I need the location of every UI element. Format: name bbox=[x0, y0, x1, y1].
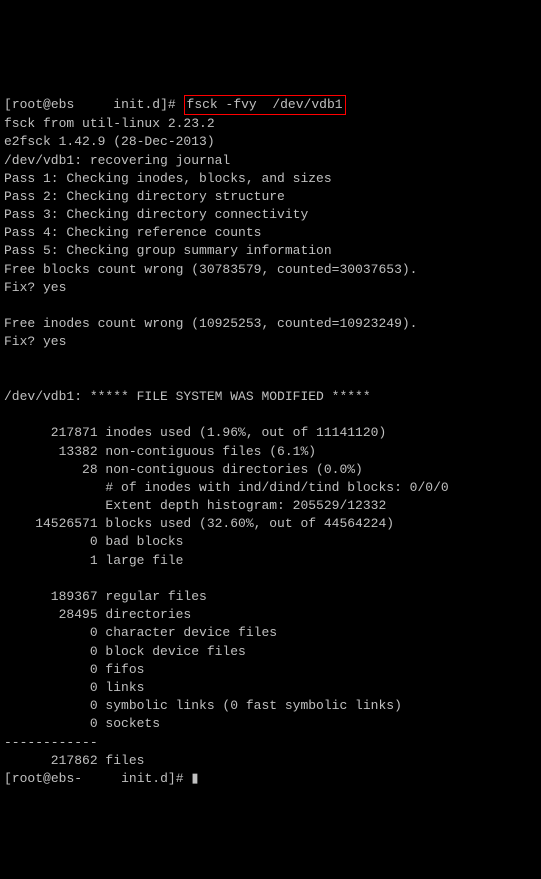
output-line: Extent depth histogram: 205529/12332 bbox=[4, 498, 386, 513]
terminal-output: [root@ebs init.d]# fsck -fvy /dev/vdb1 f… bbox=[4, 77, 537, 788]
output-line: Pass 1: Checking inodes, blocks, and siz… bbox=[4, 171, 332, 186]
output-line: 0 block device files bbox=[4, 644, 246, 659]
output-line: Pass 3: Checking directory connectivity bbox=[4, 207, 308, 222]
prompt-line-1: [root@ebs init.d]# fsck -fvy /dev/vdb1 bbox=[4, 97, 346, 112]
redacted-host bbox=[82, 770, 113, 788]
bracket-open: [ bbox=[4, 771, 12, 786]
output-line: Free blocks count wrong (30783579, count… bbox=[4, 262, 417, 277]
output-line: 0 character device files bbox=[4, 625, 277, 640]
output-line: fsck from util-linux 2.23.2 bbox=[4, 116, 215, 131]
prompt-line-2[interactable]: [root@ebs- init.d]# ▮ bbox=[4, 771, 198, 786]
command-text[interactable]: fsck -fvy /dev/vdb1 bbox=[187, 97, 343, 112]
output-line: Fix? yes bbox=[4, 280, 66, 295]
output-line: 0 sockets bbox=[4, 716, 160, 731]
output-line: 217862 files bbox=[4, 753, 144, 768]
output-line: Pass 2: Checking directory structure bbox=[4, 189, 285, 204]
prompt-user: root bbox=[12, 97, 43, 112]
prompt-sep: ]# bbox=[160, 97, 176, 112]
output-line: 217871 inodes used (1.96%, out of 111411… bbox=[4, 425, 386, 440]
prompt-host: ebs bbox=[51, 97, 74, 112]
redacted-host bbox=[74, 96, 105, 114]
output-line: 13382 non-contiguous files (6.1%) bbox=[4, 444, 316, 459]
output-line: 1 large file bbox=[4, 553, 183, 568]
output-line: /dev/vdb1: recovering journal bbox=[4, 153, 230, 168]
command-highlight: fsck -fvy /dev/vdb1 bbox=[184, 95, 346, 115]
output-line: 28 non-contiguous directories (0.0%) bbox=[4, 462, 363, 477]
output-line: 0 symbolic links (0 fast symbolic links) bbox=[4, 698, 402, 713]
cursor[interactable]: ▮ bbox=[191, 771, 198, 786]
output-line: /dev/vdb1: ***** FILE SYSTEM WAS MODIFIE… bbox=[4, 389, 371, 404]
output-line: e2fsck 1.42.9 (28-Dec-2013) bbox=[4, 134, 215, 149]
output-line: 14526571 blocks used (32.60%, out of 445… bbox=[4, 516, 394, 531]
prompt-sep: ]# bbox=[168, 771, 184, 786]
output-line: ------------ bbox=[4, 735, 98, 750]
output-line: Fix? yes bbox=[4, 334, 66, 349]
prompt-user: root bbox=[12, 771, 43, 786]
prompt-host: ebs- bbox=[51, 771, 82, 786]
output-line: 0 bad blocks bbox=[4, 534, 183, 549]
output-line: Pass 5: Checking group summary informati… bbox=[4, 243, 332, 258]
output-line: 28495 directories bbox=[4, 607, 191, 622]
output-line: 0 links bbox=[4, 680, 144, 695]
bracket-open: [ bbox=[4, 97, 12, 112]
output-line: 0 fifos bbox=[4, 662, 144, 677]
prompt-dir: init.d bbox=[113, 97, 160, 112]
output-line: Free inodes count wrong (10925253, count… bbox=[4, 316, 417, 331]
at-sign: @ bbox=[43, 771, 51, 786]
prompt-dir: init.d bbox=[121, 771, 168, 786]
output-line: Pass 4: Checking reference counts bbox=[4, 225, 261, 240]
output-line: # of inodes with ind/dind/tind blocks: 0… bbox=[4, 480, 449, 495]
output-line: 189367 regular files bbox=[4, 589, 207, 604]
at-sign: @ bbox=[43, 97, 51, 112]
